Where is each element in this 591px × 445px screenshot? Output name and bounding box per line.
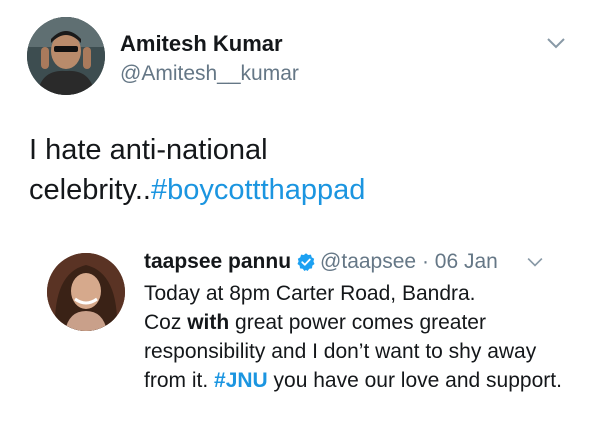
- quoted-author-avatar[interactable]: [47, 253, 125, 331]
- quoted-tweet-date[interactable]: 06 Jan: [435, 250, 498, 273]
- verified-badge-icon: [297, 253, 315, 271]
- quoted-text-coz: Coz: [144, 311, 188, 334]
- meta-separator: ·: [421, 250, 429, 273]
- chevron-down-icon[interactable]: [546, 36, 566, 50]
- quoted-tweet-text: Today at 8pm Carter Road, Bandra. Coz wi…: [144, 279, 564, 395]
- quoted-text-bold-with: with: [187, 311, 230, 334]
- author-avatar[interactable]: [27, 17, 105, 95]
- hashtag-link[interactable]: #boycottthappad: [151, 174, 365, 206]
- author-handle[interactable]: @Amitesh__kumar: [120, 60, 299, 88]
- tweet-text-line-1: I hate anti-national: [29, 134, 268, 166]
- quoted-chevron-down-icon[interactable]: [526, 256, 544, 268]
- tweet-text: I hate anti-national celebrity..#boycott…: [29, 130, 569, 210]
- avatar-image: [27, 17, 105, 95]
- quoted-avatar-image: [47, 253, 125, 331]
- quoted-text-end: you have our love and support.: [267, 369, 562, 392]
- jnu-hashtag-link[interactable]: #JNU: [214, 369, 268, 392]
- author-name[interactable]: Amitesh Kumar: [120, 30, 283, 58]
- quoted-text-line-1: Today at 8pm Carter Road, Bandra.: [144, 282, 476, 305]
- quoted-author-name[interactable]: taapsee pannu: [144, 250, 291, 273]
- quoted-author-handle[interactable]: @taapsee: [320, 250, 416, 273]
- tweet-text-line-2: celebrity..: [29, 174, 151, 206]
- quoted-tweet-header: taapsee pannu @taapsee · 06 Jan: [144, 247, 498, 277]
